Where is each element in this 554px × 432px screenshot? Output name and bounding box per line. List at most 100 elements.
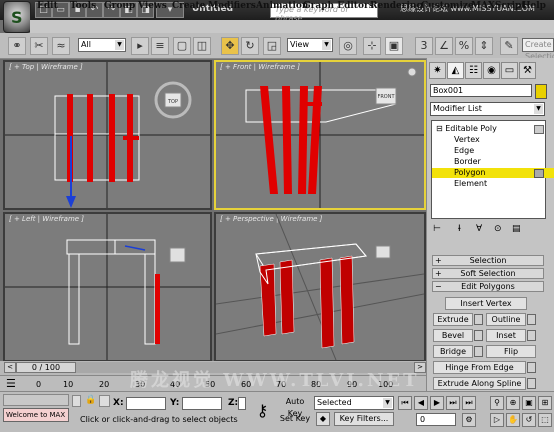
zoom-extents-icon[interactable]: ▣ xyxy=(522,396,536,410)
bridge-button[interactable]: Bridge xyxy=(433,345,473,358)
flip-button[interactable]: Flip xyxy=(486,345,536,358)
edit-named-selections-icon[interactable]: ✎ xyxy=(500,37,518,55)
named-selection-input[interactable]: Create Selection Se xyxy=(522,38,554,73)
edit-polygons-rollout[interactable]: − Edit Polygons xyxy=(432,281,544,292)
object-color-swatch[interactable] xyxy=(535,84,547,99)
time-slider[interactable]: 0 / 100 xyxy=(16,362,76,373)
window-crossing-icon[interactable]: ◫ xyxy=(193,37,211,55)
auto-key-button[interactable]: Auto Key xyxy=(278,396,312,418)
menu-modifiers[interactable]: Modifiers xyxy=(208,1,256,11)
maxscript-listener-input[interactable] xyxy=(3,394,69,406)
pan-icon[interactable]: ✋ xyxy=(506,413,520,427)
configure-modifier-sets-icon[interactable]: ▤ xyxy=(512,224,521,234)
maximize-viewport-icon[interactable]: ⬚ xyxy=(538,413,552,427)
maxscript-output[interactable]: Welcome to MAX xyxy=(3,408,69,422)
stack-item-vertex[interactable]: Vertex xyxy=(432,135,554,145)
zoom-extents-all-icon[interactable]: ⊞ xyxy=(538,396,552,410)
stack-item-edge[interactable]: Edge xyxy=(432,146,554,156)
select-and-rotate-icon[interactable]: ↻ xyxy=(241,37,259,55)
bevel-button[interactable]: Bevel xyxy=(433,329,473,342)
angle-snap-icon[interactable]: ∠ xyxy=(435,37,453,55)
bind-space-warp-icon[interactable]: ≈ xyxy=(52,37,70,55)
hierarchy-tab-icon[interactable]: ☷ xyxy=(465,62,482,79)
inset-button[interactable]: Inset xyxy=(486,329,526,342)
menu-maxscript[interactable]: MAXScript xyxy=(471,1,526,11)
make-unique-icon[interactable]: ∀ xyxy=(476,224,482,234)
stack-item-element[interactable]: Element xyxy=(432,179,554,189)
show-end-result-icon[interactable]: Ɨ xyxy=(458,224,461,234)
play-icon[interactable]: ▶ xyxy=(430,396,444,410)
unlink-icon[interactable]: ✂ xyxy=(30,37,48,55)
menu-rendering[interactable]: Rendering xyxy=(370,1,423,11)
go-to-start-icon[interactable]: ⏮ xyxy=(398,396,412,410)
z-coord-field[interactable] xyxy=(238,397,246,410)
selection-rollout[interactable]: + Selection xyxy=(432,255,544,266)
extrude-along-spline-settings-button[interactable] xyxy=(527,378,536,389)
percent-snap-icon[interactable]: % xyxy=(455,37,473,55)
menu-graph-editors[interactable]: Graph Editors xyxy=(303,1,374,11)
app-menu-button[interactable]: S xyxy=(3,1,31,33)
spinner-snap-icon[interactable]: ⇕ xyxy=(475,37,493,55)
extrude-button[interactable]: Extrude xyxy=(433,313,473,326)
outline-settings-button[interactable] xyxy=(527,314,536,325)
stack-item-editable-poly[interactable]: ⊟ Editable Poly xyxy=(432,124,549,134)
select-and-scale-icon[interactable]: ◲ xyxy=(263,37,281,55)
mini-curve-editor-icon[interactable]: ☰ xyxy=(6,377,16,390)
display-tab-icon[interactable]: ▭ xyxy=(501,62,518,79)
viewport-top[interactable]: [ + Top | Wireframe ] TOP xyxy=(3,60,212,210)
absolute-mode-icon[interactable] xyxy=(99,395,110,407)
hinge-from-edge-button[interactable]: Hinge From Edge xyxy=(433,361,526,374)
stack-item-polygon[interactable]: Polygon xyxy=(432,168,554,178)
current-frame-field[interactable]: 0 xyxy=(416,413,456,426)
reference-coordinate-dropdown[interactable]: View ▼ xyxy=(287,38,333,52)
select-and-link-icon[interactable]: ⚭ xyxy=(8,37,26,55)
snaps-toggle-icon[interactable]: 3 xyxy=(415,37,433,55)
lock-selection-icon[interactable]: 🔒 xyxy=(85,395,96,407)
zoom-all-icon[interactable]: ⊕ xyxy=(506,396,520,410)
select-and-move-icon[interactable]: ✥ xyxy=(221,37,239,55)
menu-group[interactable]: Group xyxy=(104,1,135,11)
field-of-view-icon[interactable]: ▷ xyxy=(490,413,504,427)
modify-tab-icon[interactable]: ◭ xyxy=(447,62,464,79)
set-key-icon[interactable]: ◆ xyxy=(316,412,330,426)
next-key-icon[interactable]: ⏭ xyxy=(446,396,460,410)
set-key-button[interactable]: Set Key xyxy=(278,413,312,427)
inset-settings-button[interactable] xyxy=(527,330,536,341)
key-icon[interactable]: ⚷ xyxy=(250,398,275,423)
extrude-settings-button[interactable] xyxy=(474,314,483,325)
rectangular-selection-icon[interactable]: ▢ xyxy=(173,37,191,55)
bridge-settings-button[interactable] xyxy=(474,346,483,357)
menu-customize[interactable]: Customize xyxy=(421,1,474,11)
zoom-icon[interactable]: ⚲ xyxy=(490,396,504,410)
bevel-settings-button[interactable] xyxy=(474,330,483,341)
previous-frame-icon[interactable]: ◀ xyxy=(414,396,428,410)
pin-stack-icon[interactable]: ⊢ xyxy=(433,224,441,234)
stack-item-border[interactable]: Border xyxy=(432,157,554,167)
viewport-front[interactable]: [ + Front | Wireframe ] FRONT xyxy=(214,60,426,210)
pivot-center-icon[interactable]: ◎ xyxy=(339,37,357,55)
time-config-icon[interactable]: ⚙ xyxy=(462,413,476,427)
key-filters-button[interactable]: Key Filters... xyxy=(334,412,394,426)
object-name-field[interactable]: Box001 xyxy=(430,84,532,97)
go-to-end-icon[interactable]: ⏭ xyxy=(462,396,476,410)
utilities-tab-icon[interactable]: ⚒ xyxy=(519,62,536,79)
menu-tools[interactable]: Tools xyxy=(70,1,96,11)
viewport-perspective[interactable]: [ + Perspective | Wireframe ] xyxy=(214,212,426,362)
extrude-along-spline-button[interactable]: Extrude Along Spline xyxy=(433,377,526,390)
manipulate-icon[interactable]: ⊹ xyxy=(363,37,381,55)
selection-filter-dropdown[interactable]: All ▼ xyxy=(78,38,126,52)
key-mode-dropdown[interactable]: Selected ▼ xyxy=(314,396,394,410)
create-tab-icon[interactable]: ✷ xyxy=(429,62,446,79)
y-coord-field[interactable] xyxy=(182,397,222,410)
prev-frame-icon[interactable]: < xyxy=(4,362,16,373)
outline-button[interactable]: Outline xyxy=(486,313,526,326)
select-object-icon[interactable]: ▸ xyxy=(131,37,149,55)
keyboard-shortcut-override-icon[interactable]: ▣ xyxy=(385,37,403,55)
x-coord-field[interactable] xyxy=(126,397,166,410)
menu-create[interactable]: Create xyxy=(172,1,205,11)
menu-views[interactable]: Views xyxy=(138,1,167,11)
viewport-left[interactable]: [ + Left | Wireframe ] xyxy=(3,212,212,362)
remove-modifier-icon[interactable]: ⊙ xyxy=(494,224,502,234)
hinge-settings-button[interactable] xyxy=(527,362,536,373)
isolate-selection-icon[interactable] xyxy=(72,395,81,407)
